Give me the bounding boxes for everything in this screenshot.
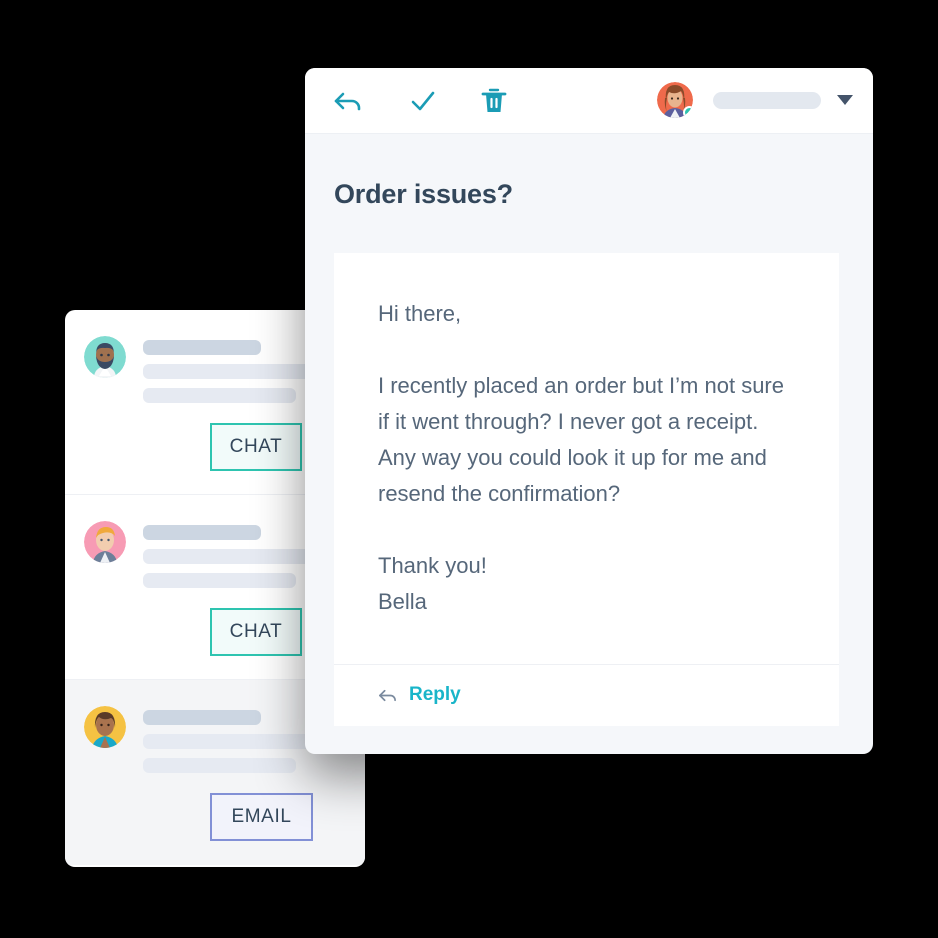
message-paragraph: I recently placed an order but I’m not s…: [378, 373, 784, 506]
page-title: Order issues?: [334, 179, 513, 209]
status-badge: [683, 106, 693, 118]
avatar-woman: [84, 706, 126, 748]
skeleton-line-tertiary: [143, 573, 296, 588]
account-name-placeholder: [713, 91, 821, 109]
channel-badge-chat[interactable]: CHAT: [210, 423, 302, 471]
screenshot-stage: CHAT CHAT EMAIL Order issues? Hi there, …: [0, 0, 938, 938]
channel-badge-email[interactable]: EMAIL: [210, 793, 313, 841]
email-toolbar: [305, 68, 873, 134]
message-body: Hi there, I recently placed an order but…: [334, 253, 839, 664]
avatar-blond-man: [84, 521, 126, 563]
reply-arrow-icon: [378, 686, 397, 705]
chevron-down-icon[interactable]: [837, 95, 853, 105]
reply-arrow-icon[interactable]: [332, 85, 364, 117]
skeleton-line-primary: [143, 340, 261, 355]
channel-badge-chat[interactable]: CHAT: [210, 608, 302, 656]
skeleton-line-primary: [143, 710, 261, 725]
message-panel: Hi there, I recently placed an order but…: [334, 253, 839, 726]
skeleton-line-tertiary: [143, 388, 296, 403]
message-greeting: Hi there,: [378, 301, 462, 326]
check-icon[interactable]: [407, 85, 439, 117]
reply-label: Reply: [409, 684, 461, 705]
avatar-bearded-man: [84, 336, 126, 378]
reply-button[interactable]: Reply: [334, 664, 839, 726]
account-menu[interactable]: [657, 82, 853, 118]
message-closing: Thank you!: [378, 553, 487, 578]
skeleton-line-primary: [143, 525, 261, 540]
message-signature: Bella: [378, 589, 427, 614]
trash-icon[interactable]: [478, 85, 510, 117]
email-detail-card: Order issues? Hi there, I recently place…: [305, 68, 873, 754]
skeleton-line-tertiary: [143, 758, 296, 773]
user-avatar[interactable]: [657, 82, 693, 118]
